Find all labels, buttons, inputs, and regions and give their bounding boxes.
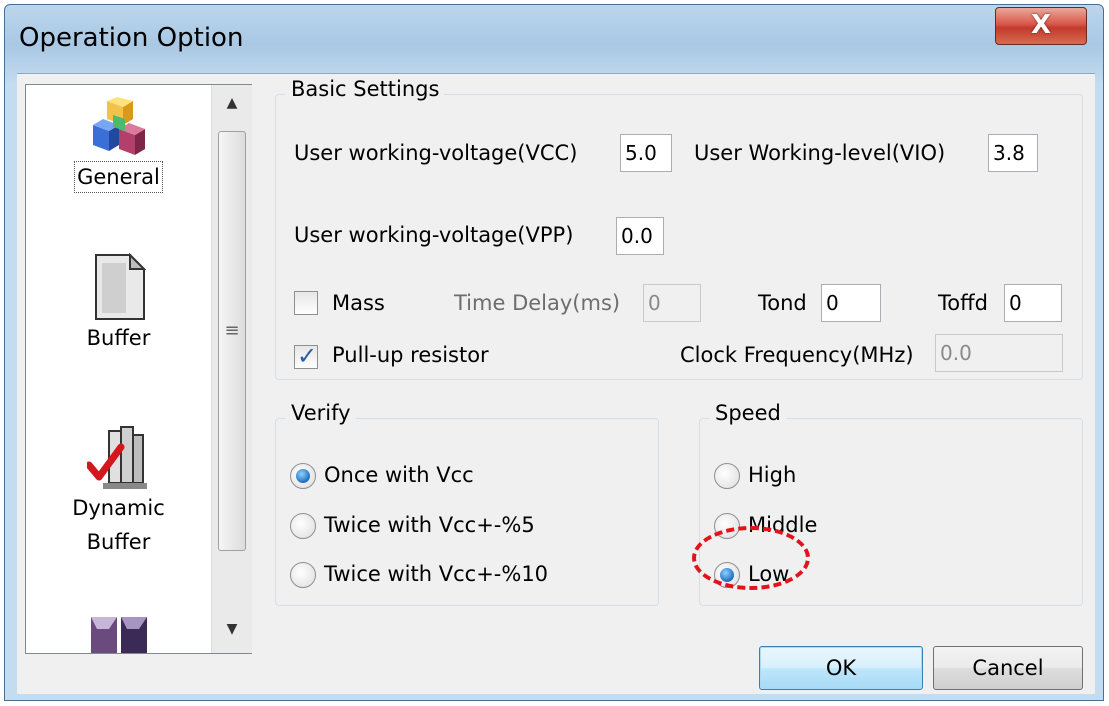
vcc-field[interactable]: 5.0: [620, 134, 672, 172]
time-delay-field: 0: [643, 284, 701, 322]
nav-item-programmer[interactable]: [26, 609, 211, 653]
speed-high-radio[interactable]: [714, 463, 740, 489]
vpp-label: User working-voltage(VPP): [294, 223, 574, 247]
mass-checkbox[interactable]: [294, 291, 318, 315]
nav-item-dynamic-buffer[interactable]: Dynamic Buffer: [26, 425, 211, 559]
chip-icon: [90, 617, 147, 653]
mass-label: Mass: [332, 291, 385, 315]
document-icon: [94, 253, 146, 320]
verify-once-radio[interactable]: [290, 463, 316, 489]
ok-button[interactable]: OK: [759, 646, 923, 690]
toffd-label: Toffd: [938, 291, 988, 315]
toffd-field[interactable]: 0: [1004, 284, 1062, 322]
tond-field[interactable]: 0: [821, 284, 881, 322]
pullup-checkbox[interactable]: ✓: [294, 342, 318, 370]
operation-option-dialog: Operation Option X General Buffer Dynami…: [4, 4, 1104, 701]
close-button[interactable]: X: [995, 7, 1087, 45]
scroll-up-icon[interactable]: ▲: [212, 95, 252, 111]
dialog-body: General Buffer Dynamic Buffer ▲ ≡ ▼ Basi…: [17, 73, 1095, 694]
verify-twice-5-radio[interactable]: [290, 513, 316, 539]
verify-group: Verify Once with Vcc Twice with Vcc+-%5 …: [275, 401, 659, 606]
clock-frequency-field: 0.0: [935, 334, 1063, 372]
basic-settings-group: Basic Settings User working-voltage(VCC)…: [275, 77, 1083, 380]
nav-label-dynamic-buffer: Dynamic Buffer: [72, 496, 165, 554]
vpp-field[interactable]: 0.0: [616, 217, 664, 255]
cancel-button[interactable]: Cancel: [933, 646, 1083, 690]
scroll-thumb[interactable]: ≡: [218, 131, 246, 551]
speed-high-label: High: [748, 463, 797, 487]
verify-twice-5-label: Twice with Vcc+-%5: [324, 513, 535, 537]
nav-item-buffer[interactable]: Buffer: [26, 253, 211, 355]
checkmark-icon: ✓: [297, 342, 318, 370]
verify-twice-10-radio[interactable]: [290, 562, 316, 588]
nav-label-buffer: Buffer: [86, 326, 151, 350]
verify-twice-10-label: Twice with Vcc+-%10: [324, 562, 549, 586]
close-icon: X: [1030, 10, 1052, 40]
vcc-label: User working-voltage(VCC): [294, 141, 578, 165]
pullup-label: Pull-up resistor: [332, 343, 489, 367]
speed-legend: Speed: [710, 401, 786, 425]
tond-label: Tond: [758, 291, 807, 315]
verify-legend: Verify: [286, 401, 356, 425]
scroll-down-icon[interactable]: ▼: [212, 621, 252, 637]
checked-buffer-icon: [86, 426, 147, 489]
vio-field[interactable]: 3.8: [988, 134, 1038, 172]
verify-once-label: Once with Vcc: [324, 463, 474, 487]
nav-item-general[interactable]: General: [26, 97, 211, 193]
window-title: Operation Option: [19, 23, 244, 53]
category-list[interactable]: General Buffer Dynamic Buffer ▲ ≡ ▼: [25, 84, 252, 654]
speed-low-highlight-ring: [692, 526, 810, 590]
vio-label: User Working-level(VIO): [694, 141, 946, 165]
clock-frequency-label: Clock Frequency(MHz): [680, 343, 914, 367]
nav-label-general: General: [74, 161, 163, 193]
nav-scrollbar[interactable]: ▲ ≡ ▼: [211, 85, 252, 653]
cubes-icon: [92, 97, 145, 155]
time-delay-label: Time Delay(ms): [454, 291, 621, 315]
basic-settings-legend: Basic Settings: [286, 77, 445, 101]
grip-icon: ≡: [224, 320, 240, 341]
